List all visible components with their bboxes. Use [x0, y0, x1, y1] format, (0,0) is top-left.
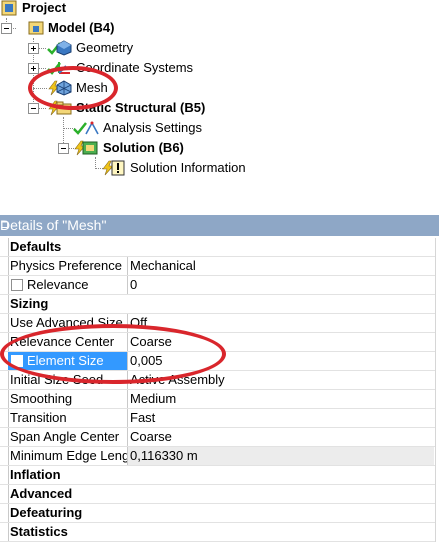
- annotation-ellipse: [28, 66, 118, 110]
- section-defeaturing[interactable]: Defeaturing: [0, 504, 435, 523]
- collapse-toggle[interactable]: [58, 143, 69, 154]
- property-value[interactable]: Mechanical: [128, 257, 196, 275]
- project-icon: [1, 0, 17, 16]
- group-column: [0, 504, 9, 522]
- project-tree: Project Model (B4) Geometry Coordinate S…: [0, 0, 439, 212]
- tree-item-label: Model (B4): [48, 20, 115, 35]
- row-span-angle-center[interactable]: Span Angle Center Coarse: [0, 428, 435, 447]
- property-name: Transition: [8, 409, 128, 427]
- property-value[interactable]: Fast: [128, 409, 155, 427]
- collapse-toggle[interactable]: [1, 23, 12, 34]
- expand-toggle[interactable]: [28, 63, 39, 74]
- solution-icon: [82, 140, 98, 156]
- tree-item-label: Solution (B6): [103, 140, 184, 155]
- property-name: Relevance: [27, 277, 89, 292]
- tree-item-label: Project: [22, 0, 67, 15]
- group-column: [0, 485, 9, 503]
- group-column: [0, 295, 9, 313]
- details-grid: Defaults Physics Preference Mechanical R…: [0, 238, 436, 542]
- tree-item-label: Geometry: [76, 40, 134, 55]
- section-advanced[interactable]: Advanced: [0, 485, 435, 504]
- row-physics-preference[interactable]: Physics Preference Mechanical: [0, 257, 435, 276]
- section-sizing[interactable]: Sizing: [0, 295, 435, 314]
- section-label: Sizing: [10, 296, 49, 311]
- parameter-checkbox[interactable]: [11, 278, 23, 291]
- section-label: Defaults: [10, 239, 62, 254]
- geometry-icon: [56, 40, 72, 56]
- section-defaults[interactable]: Defaults: [0, 238, 435, 257]
- tree-connector: [38, 68, 46, 69]
- property-name: Span Angle Center: [8, 428, 128, 446]
- details-title-bar: Details of "Mesh" ⊐: [0, 215, 439, 236]
- section-label: Inflation: [10, 467, 61, 482]
- property-value[interactable]: Medium: [128, 390, 176, 408]
- property-name-cell: Relevance: [8, 276, 128, 294]
- section-label: Statistics: [10, 524, 68, 539]
- tree-item-label: Analysis Settings: [103, 120, 202, 135]
- group-column: [0, 238, 9, 256]
- group-column: [0, 466, 9, 484]
- solution-information-icon: [110, 160, 126, 176]
- property-value: 0,116330 m: [128, 447, 434, 465]
- analysis-settings-icon: [84, 120, 100, 136]
- property-name: Smoothing: [8, 390, 128, 408]
- model-icon: [28, 20, 44, 36]
- section-statistics[interactable]: Statistics: [0, 523, 435, 542]
- group-column: [0, 523, 9, 541]
- property-name: Minimum Edge Length: [10, 447, 128, 465]
- tree-connector: [38, 108, 46, 109]
- section-inflation[interactable]: Inflation: [0, 466, 435, 485]
- property-name: Physics Preference: [8, 257, 128, 275]
- row-relevance[interactable]: Relevance 0: [0, 276, 435, 295]
- tree-connector: [38, 48, 46, 49]
- tree-item-label: Solution Information: [130, 160, 246, 175]
- section-label: Defeaturing: [10, 505, 83, 520]
- row-minimum-edge-length[interactable]: Minimum Edge Length 0,116330 m: [0, 447, 435, 466]
- details-panel: Details of "Mesh" ⊐ Defaults Physics Pre…: [0, 212, 439, 542]
- section-label: Advanced: [10, 486, 73, 501]
- property-value[interactable]: Coarse: [128, 428, 172, 446]
- row-smoothing[interactable]: Smoothing Medium: [0, 390, 435, 409]
- annotation-ellipse: [0, 324, 226, 384]
- row-transition[interactable]: Transition Fast: [0, 409, 435, 428]
- expand-toggle[interactable]: [28, 43, 39, 54]
- collapse-toggle[interactable]: [28, 103, 39, 114]
- property-value[interactable]: 0: [128, 276, 137, 294]
- pin-icon[interactable]: ⊐: [0, 215, 435, 236]
